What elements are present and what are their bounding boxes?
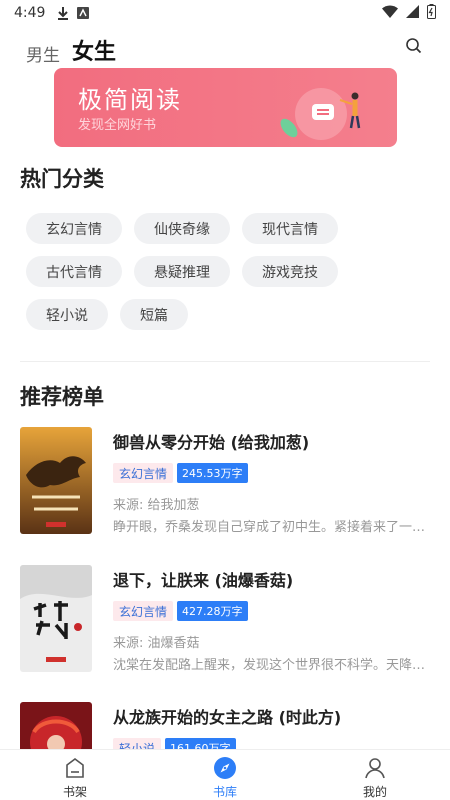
rankings-title: 推荐榜单: [20, 385, 104, 409]
nav-library[interactable]: 书库: [150, 750, 300, 800]
book-title: 从龙族开始的女主之路 (时此方): [113, 708, 342, 727]
book-source: 来源: 油爆香菇: [113, 636, 200, 651]
book-cover: [20, 427, 92, 534]
status-time: 4:49: [14, 5, 46, 21]
wifi-icon: [382, 5, 398, 22]
bookshelf-icon: [66, 758, 84, 778]
app-notification-icon: [77, 7, 90, 19]
book-tags: 玄幻言情 245.53万字: [113, 463, 248, 483]
book-word-count: 245.53万字: [177, 463, 248, 483]
category-chip[interactable]: 游戏竞技: [242, 256, 338, 287]
book-description: 睁开眼，乔桑发现自己穿成了初中生。紧接着来了一…: [113, 520, 425, 535]
profile-icon: [365, 758, 385, 779]
banner-subtitle: 发现全网好书: [78, 118, 157, 133]
nav-profile[interactable]: 我的: [300, 750, 450, 800]
book-tags: 玄幻言情 427.28万字: [113, 601, 248, 621]
status-bar: 4:49: [0, 0, 450, 26]
download-icon: [57, 6, 69, 20]
nav-label: 我的: [362, 785, 387, 799]
book-source: 来源: 给我加葱: [113, 498, 200, 513]
book-category-tag: 玄幻言情: [113, 601, 174, 621]
promo-banner[interactable]: 极简阅读 发现全网好书: [54, 68, 397, 147]
category-chip[interactable]: 古代言情: [26, 256, 122, 287]
category-chip[interactable]: 玄幻言情: [26, 213, 122, 244]
compass-icon: [214, 757, 236, 779]
banner-title: 极简阅读: [78, 86, 182, 114]
hot-categories-title: 热门分类: [20, 167, 104, 191]
category-chip[interactable]: 仙侠奇缘: [134, 213, 230, 244]
tab-female[interactable]: 女生: [72, 34, 117, 74]
category-chip[interactable]: 现代言情: [242, 213, 338, 244]
tab-male[interactable]: 男生: [26, 41, 60, 66]
book-cover: [20, 565, 92, 672]
reading-illustration-icon: [280, 88, 361, 140]
category-chip[interactable]: 短篇: [120, 299, 188, 330]
book-item[interactable]: 御兽从零分开始 (给我加葱) 玄幻言情 245.53万字 来源: 给我加葱 睁开…: [20, 427, 430, 535]
book-title: 退下，让朕来 (油爆香菇): [113, 571, 294, 590]
book-category-tag: 玄幻言情: [113, 463, 174, 483]
signal-icon: [406, 4, 419, 22]
nav-label: 书架: [62, 785, 87, 799]
book-description: 沈棠在发配路上醒来，发现这个世界很不科学。天降…: [113, 658, 425, 673]
tab-female-label: 女生: [72, 40, 117, 65]
section-divider: [20, 361, 430, 362]
battery-icon: [427, 3, 436, 23]
category-chip[interactable]: 轻小说: [26, 299, 108, 330]
book-title: 御兽从零分开始 (给我加葱): [113, 433, 310, 452]
book-item[interactable]: 退下，让朕来 (油爆香菇) 玄幻言情 427.28万字 来源: 油爆香菇 沈棠在…: [20, 565, 430, 673]
category-chip[interactable]: 悬疑推理: [134, 256, 230, 287]
gender-tabs: 男生 女生: [26, 30, 117, 74]
nav-bookshelf[interactable]: 书架: [0, 750, 150, 800]
bottom-nav: 书架 书库 我的: [0, 749, 450, 800]
nav-label: 书库: [212, 785, 237, 799]
book-word-count: 427.28万字: [177, 601, 248, 621]
search-icon[interactable]: [404, 36, 424, 56]
